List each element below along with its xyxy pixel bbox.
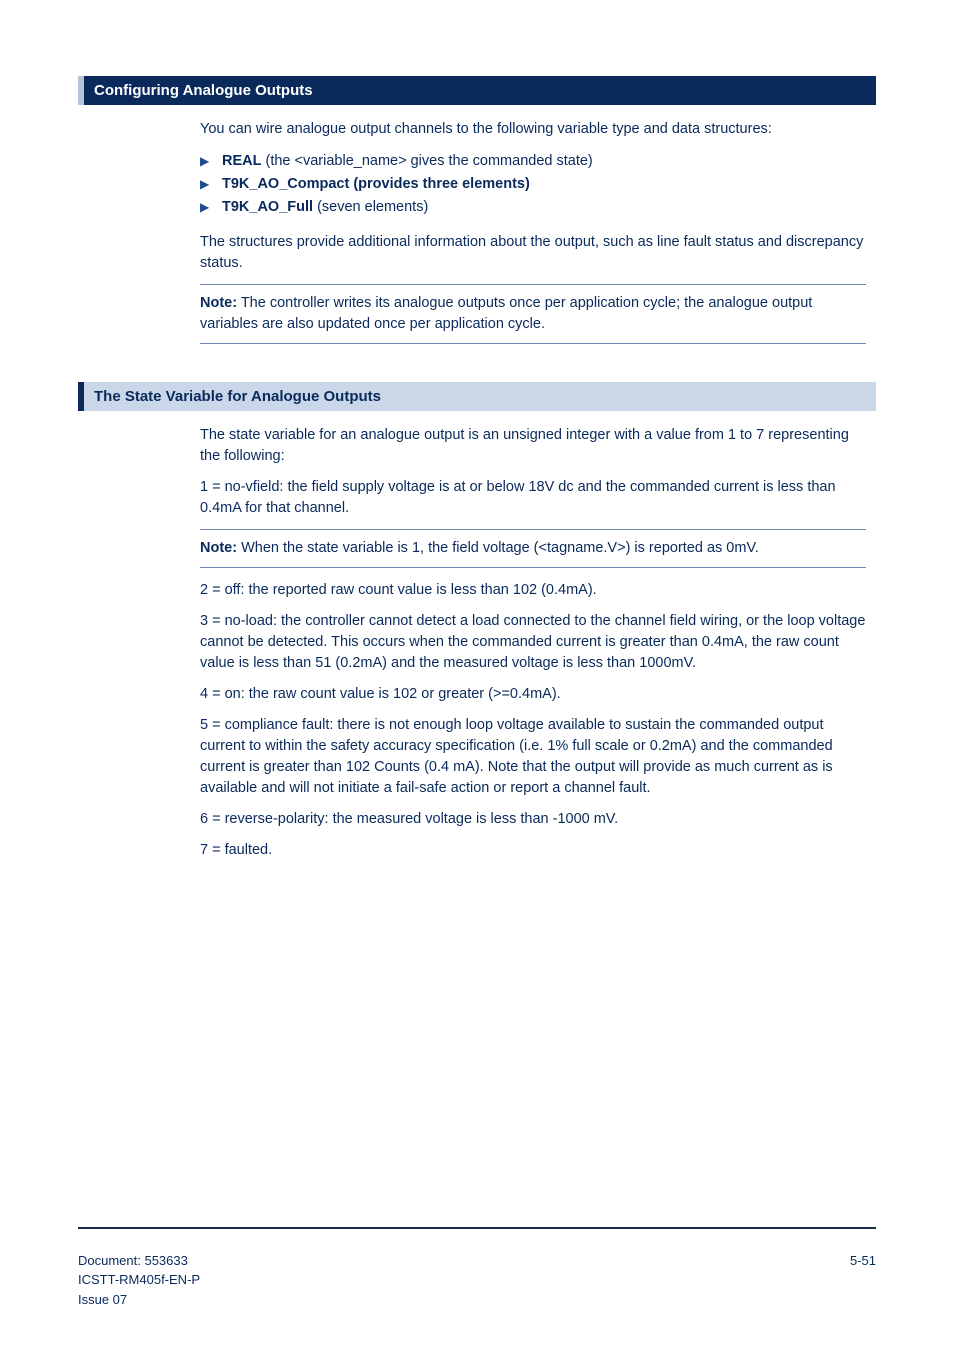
page-footer: Document: 553633 ICSTT-RM405f-EN-P Issue…: [78, 1251, 876, 1310]
state-7: 7 = faulted.: [200, 840, 866, 861]
issue-number: Issue 07: [78, 1290, 200, 1310]
state-1: 1 = no-vfield: the field supply voltage …: [200, 477, 866, 519]
footer-left: Document: 553633 ICSTT-RM405f-EN-P Issue…: [78, 1251, 200, 1310]
list-item: T9K_AO_Full (seven elements): [200, 196, 866, 219]
state-intro: The state variable for an analogue outpu…: [200, 425, 866, 467]
state-2: 2 = off: the reported raw count value is…: [200, 580, 866, 601]
bullet-text: (seven elements): [313, 199, 428, 215]
after-list-text: The structures provide additional inform…: [200, 232, 866, 274]
state-6: 6 = reverse-polarity: the measured volta…: [200, 809, 866, 830]
bullet-bold: REAL: [222, 153, 261, 169]
footer-right: 5-51: [850, 1251, 876, 1271]
note-body: The controller writes its analogue outpu…: [200, 295, 812, 332]
state-4: 4 = on: the raw count value is 102 or gr…: [200, 684, 866, 705]
state-3: 3 = no-load: the controller cannot detec…: [200, 611, 866, 674]
note-block-2: Note: When the state variable is 1, the …: [200, 529, 866, 568]
bullet-bold: T9K_AO_Compact (provides three elements): [222, 176, 530, 192]
state-5: 5 = compliance fault: there is not enoug…: [200, 715, 866, 799]
note-label: Note:: [200, 295, 237, 311]
bullet-list: REAL (the <variable_name> gives the comm…: [200, 150, 866, 220]
note-label: Note:: [200, 540, 237, 556]
bullet-bold: T9K_AO_Full: [222, 199, 313, 215]
footer-rule: [78, 1227, 876, 1229]
section-header-state-variable: The State Variable for Analogue Outputs: [78, 382, 876, 411]
section-header-configuring: Configuring Analogue Outputs: [78, 76, 876, 105]
list-item: T9K_AO_Compact (provides three elements): [200, 173, 866, 196]
list-item: REAL (the <variable_name> gives the comm…: [200, 150, 866, 173]
note-block: Note: The controller writes its analogue…: [200, 284, 866, 344]
document-number: Document: 553633: [78, 1251, 200, 1271]
page-number: 5-51: [850, 1251, 876, 1271]
document-code: ICSTT-RM405f-EN-P: [78, 1270, 200, 1290]
intro-text: You can wire analogue output channels to…: [200, 119, 866, 140]
note-body: When the state variable is 1, the field …: [237, 540, 759, 556]
bullet-text: (the <variable_name> gives the commanded…: [261, 153, 592, 169]
